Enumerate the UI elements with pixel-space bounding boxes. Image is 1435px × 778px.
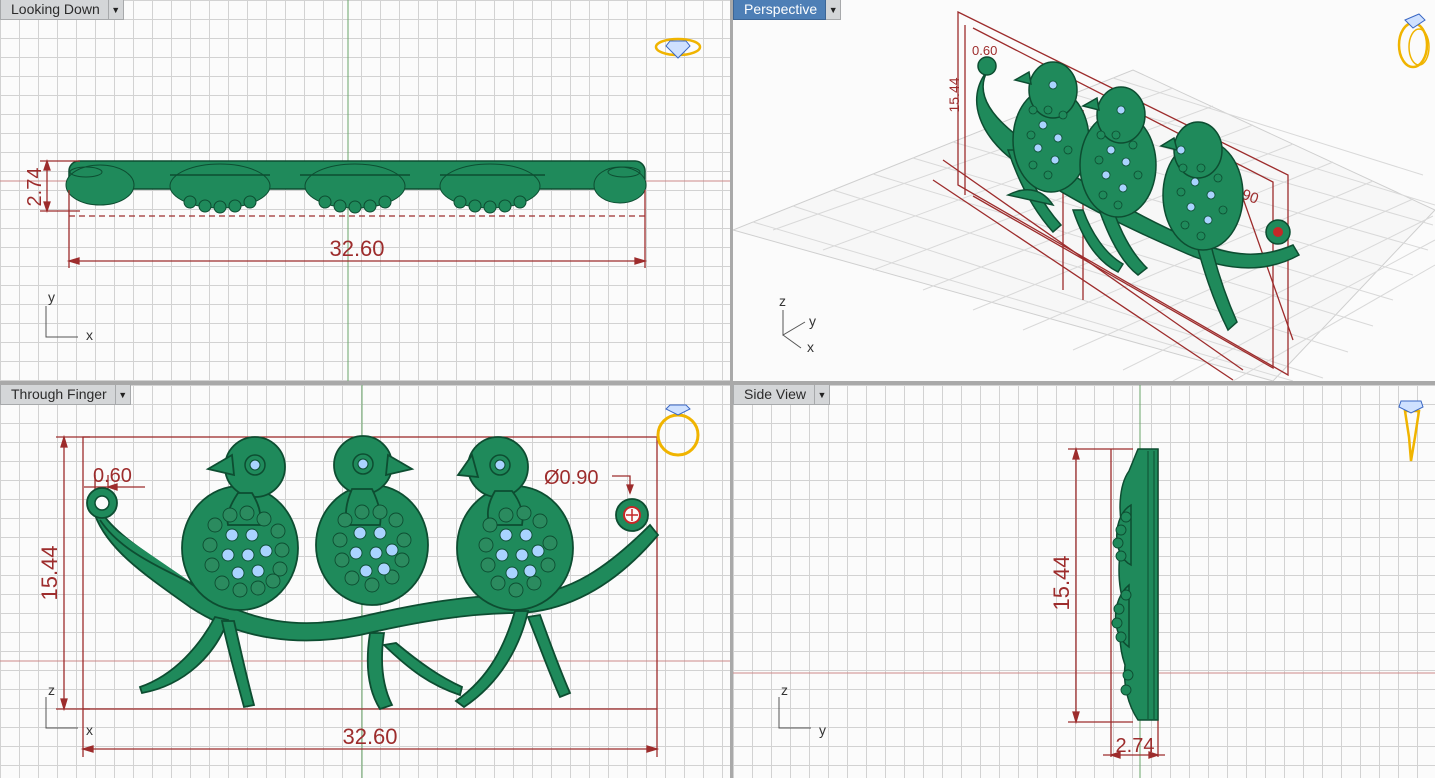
- top-view-scene[interactable]: 32.60 2.74 y x: [0, 0, 730, 381]
- width-dimension-label: 32.60: [329, 236, 384, 261]
- svg-text:y: y: [48, 289, 55, 305]
- viewport-tab-side-view[interactable]: Side View ▼: [733, 385, 831, 405]
- viewport-title[interactable]: Through Finger: [0, 385, 116, 405]
- svg-text:x: x: [86, 327, 93, 343]
- axis-widget: z y x: [779, 293, 816, 355]
- svg-text:z: z: [781, 682, 788, 698]
- viewport-tab-perspective[interactable]: Perspective ▼: [733, 0, 842, 20]
- svg-text:y: y: [819, 722, 826, 738]
- hole-dimension-label: 0.60: [93, 465, 132, 487]
- axis-widget: y x: [45, 289, 93, 343]
- viewport-tab-through-finger[interactable]: Through Finger ▼: [0, 385, 131, 405]
- chevron-down-icon[interactable]: ▼: [115, 385, 131, 405]
- jump-ring-hole-left: [94, 495, 110, 511]
- jump-ring-hole: [1273, 227, 1283, 237]
- ring-front-view-icon[interactable]: [656, 404, 700, 457]
- svg-text:y: y: [809, 313, 816, 329]
- viewport-title[interactable]: Perspective: [733, 0, 827, 20]
- side-view-scene[interactable]: 15.44 2.74 z y: [733, 385, 1435, 778]
- front-view-scene[interactable]: 32.60 15.44 0.60 Ø0.90 z x: [0, 385, 730, 778]
- svg-text:z: z: [779, 293, 786, 309]
- ring-top-view-icon[interactable]: [654, 37, 702, 59]
- axis-widget: z y: [778, 682, 826, 738]
- diameter-dimension-label: Ø0.90: [544, 467, 598, 489]
- viewport-title[interactable]: Side View: [733, 385, 816, 405]
- chevron-down-icon[interactable]: ▼: [826, 0, 842, 20]
- viewport-through-finger[interactable]: Through Finger ▼ 32.60 15.44 0.60 Ø0.90: [0, 385, 730, 778]
- axis-widget: z x: [45, 682, 93, 738]
- width-dimension-label: 32.60: [342, 724, 397, 749]
- viewport-title[interactable]: Looking Down: [0, 0, 109, 20]
- ring-perspective-icon[interactable]: [1397, 13, 1430, 69]
- ring-side-view-icon[interactable]: [1398, 400, 1424, 462]
- viewport-perspective[interactable]: Perspective ▼ 15.44 0.60 z y x: [733, 0, 1435, 381]
- svg-text:z: z: [48, 682, 55, 698]
- pendant-side-profile[interactable]: [1114, 448, 1159, 721]
- height-dimension-label: 15.44: [946, 77, 962, 112]
- perspective-scene[interactable]: 15.44 0.60 Ø0.90: [733, 0, 1435, 381]
- svg-text:x: x: [807, 339, 814, 355]
- viewport-looking-down[interactable]: Looking Down ▼ 32.60 2.74 y x: [0, 0, 730, 381]
- viewport-tab-looking-down[interactable]: Looking Down ▼: [0, 0, 124, 20]
- viewport-side-view[interactable]: Side View ▼ 15.44 2.74 z y: [733, 385, 1435, 778]
- pendant-top-profile[interactable]: [65, 160, 647, 214]
- height-dimension-label: 15.44: [37, 545, 62, 600]
- svg-text:x: x: [86, 722, 93, 738]
- chevron-down-icon[interactable]: ▼: [108, 0, 124, 20]
- thickness-dimension-label: 2.74: [1116, 735, 1155, 757]
- height-dimension-label: 15.44: [1049, 555, 1074, 610]
- chevron-down-icon[interactable]: ▼: [815, 385, 831, 405]
- thickness-dimension-label: 2.74: [24, 168, 46, 207]
- hole-dimension-label: 0.60: [972, 43, 997, 58]
